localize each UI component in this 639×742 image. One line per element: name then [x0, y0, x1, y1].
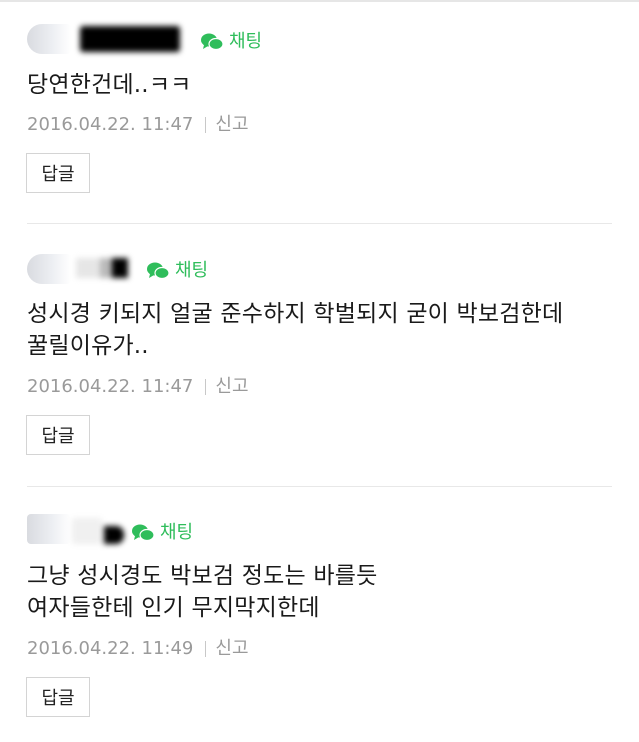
report-link[interactable]: 신고 — [215, 638, 248, 660]
comment-text-line: 꿀릴이유가.. — [27, 333, 149, 359]
divider — [27, 486, 612, 487]
comment-text-line: 성시경 키되지 얼굴 준수하지 학벌되지 굳이 박보검한데 — [27, 301, 564, 327]
meta-separator — [205, 641, 207, 657]
redacted-username — [76, 258, 130, 278]
comment-text-line: 여자들한테 인기 무지막지한데 — [27, 595, 320, 621]
chat-bubble-icon — [147, 262, 170, 280]
reply-button[interactable]: 답글 — [26, 153, 90, 193]
comment-item: 채팅 당연한건데..ㅋㅋ 2016.04.22. 11:47 신고 답글 — [0, 0, 639, 224]
reply-button[interactable]: 답글 — [26, 415, 90, 455]
comment-meta: 2016.04.22. 11:47 신고 — [27, 376, 249, 398]
comment-date: 2016.04.22. 11:47 — [27, 376, 194, 397]
comment-text: 성시경 키되지 얼굴 준수하지 학벌되지 굳이 박보검한데 꿀릴이유가.. — [27, 298, 563, 362]
chat-label: 채팅 — [160, 522, 194, 543]
meta-separator — [205, 117, 207, 133]
comment-text: 당연한건데..ㅋㅋ — [27, 69, 192, 101]
comment-text: 그냥 성시경도 박보검 정도는 바를듯 여자들한테 인기 무지막지한데 — [27, 560, 377, 624]
comment-item: 채팅 성시경 키되지 얼굴 준수하지 학벌되지 굳이 박보검한데 꿀릴이유가..… — [0, 226, 639, 488]
avatar[interactable] — [27, 254, 71, 284]
chat-bubble-icon — [201, 33, 224, 51]
comment-meta: 2016.04.22. 11:47 신고 — [27, 114, 249, 136]
redacted-username — [72, 514, 128, 548]
comment-text-line: 그냥 성시경도 박보검 정도는 바를듯 — [27, 563, 378, 589]
chat-bubble-icon — [132, 524, 155, 542]
chat-button[interactable]: 채팅 — [131, 523, 193, 543]
report-link[interactable]: 신고 — [215, 114, 248, 136]
avatar[interactable] — [27, 514, 71, 544]
report-link[interactable]: 신고 — [215, 376, 248, 398]
comment-date: 2016.04.22. 11:49 — [27, 638, 194, 659]
reply-button[interactable]: 답글 — [26, 677, 90, 717]
avatar[interactable] — [27, 24, 71, 54]
comment-date: 2016.04.22. 11:47 — [27, 114, 194, 135]
redacted-username — [80, 26, 180, 52]
divider — [27, 223, 612, 224]
comment-meta: 2016.04.22. 11:49 신고 — [27, 638, 249, 660]
chat-label: 채팅 — [229, 31, 263, 52]
chat-label: 채팅 — [175, 260, 209, 281]
chat-button[interactable]: 채팅 — [200, 32, 262, 52]
comment-item: 채팅 그냥 성시경도 박보검 정도는 바를듯 여자들한테 인기 무지막지한데 2… — [0, 490, 639, 742]
meta-separator — [205, 379, 207, 395]
chat-button[interactable]: 채팅 — [146, 261, 208, 281]
comment-text-line: 당연한건데..ㅋㅋ — [27, 72, 192, 98]
